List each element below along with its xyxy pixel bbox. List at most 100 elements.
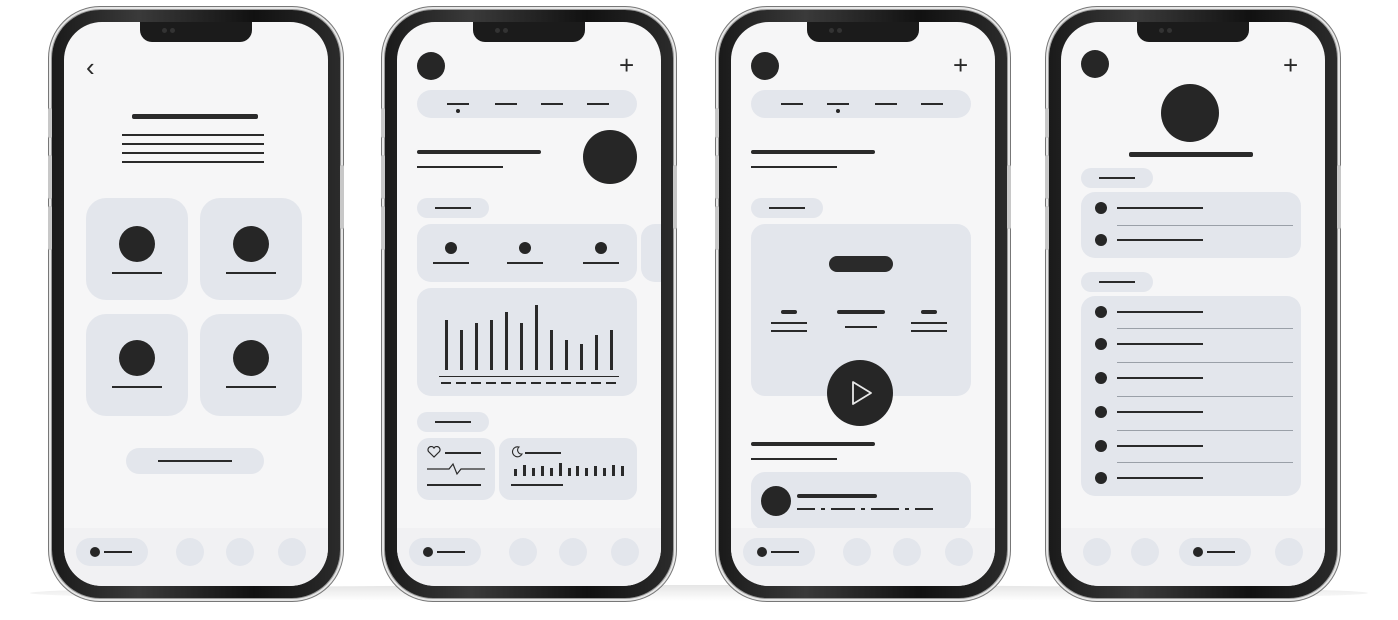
metric-line (911, 322, 947, 324)
sleep-bar (621, 466, 625, 476)
profile-photo[interactable] (583, 130, 637, 184)
activity-tick (591, 382, 601, 384)
moon-icon (512, 446, 523, 458)
screen-menu-grid: ‹ (64, 22, 328, 586)
avatar[interactable] (1081, 50, 1109, 78)
button-label (158, 460, 232, 462)
list-item-label[interactable] (1117, 239, 1203, 241)
tab-profile[interactable] (1179, 538, 1251, 566)
list-item-label[interactable] (1117, 411, 1203, 413)
section-title (751, 442, 875, 446)
tab-2[interactable] (1131, 538, 1159, 566)
activity-bar (610, 330, 613, 370)
stat-value (583, 262, 619, 264)
metric-line (771, 330, 807, 332)
segmented-tabs[interactable] (751, 90, 971, 118)
tab-home[interactable] (743, 538, 815, 566)
power-button (340, 165, 344, 229)
grid-tile[interactable] (86, 198, 188, 300)
list-divider (1117, 225, 1293, 226)
avatar[interactable] (751, 52, 779, 80)
tab-home[interactable] (76, 538, 148, 566)
sleep-card[interactable] (499, 438, 637, 500)
segment[interactable] (781, 103, 803, 105)
list-item-label[interactable] (1117, 477, 1203, 479)
primary-button[interactable] (126, 448, 264, 474)
heart-value (427, 484, 481, 486)
play-button[interactable] (827, 360, 893, 426)
tab-4[interactable] (945, 538, 973, 566)
activity-chart (439, 298, 619, 370)
tab-3[interactable] (893, 538, 921, 566)
activity-tick (471, 382, 481, 384)
grid-tile[interactable] (86, 314, 188, 416)
segment[interactable] (921, 103, 943, 105)
volume-down-button (48, 206, 52, 250)
plus-icon[interactable]: + (619, 52, 634, 78)
segment[interactable] (587, 103, 609, 105)
plus-icon[interactable]: + (953, 52, 968, 78)
tab-home[interactable] (409, 538, 481, 566)
activity-tick (531, 382, 541, 384)
plus-icon[interactable]: + (1283, 52, 1298, 78)
section-label (1081, 168, 1153, 188)
chart-ticks (439, 382, 619, 386)
list-item-label[interactable] (1117, 343, 1203, 345)
back-icon[interactable]: ‹ (86, 54, 95, 80)
tab-2[interactable] (843, 538, 871, 566)
segment[interactable] (875, 103, 897, 105)
activity-tick (456, 382, 466, 384)
tab-2[interactable] (176, 538, 204, 566)
activity-tick (486, 382, 496, 384)
list-item-label[interactable] (1117, 445, 1203, 447)
tab-4[interactable] (1275, 538, 1303, 566)
subtitle-line (122, 134, 264, 136)
section-label (751, 198, 823, 218)
activity-bar (505, 312, 508, 370)
segment[interactable] (495, 103, 517, 105)
list-item-icon (1095, 372, 1107, 384)
profile-photo[interactable] (1161, 84, 1219, 142)
tab-4[interactable] (278, 538, 306, 566)
segmented-tabs[interactable] (417, 90, 637, 118)
activity-chart-card[interactable] (417, 288, 637, 396)
settings-group-1 (1081, 192, 1301, 258)
stats-card[interactable] (417, 224, 637, 282)
list-item-label[interactable] (1117, 377, 1203, 379)
avatar[interactable] (417, 52, 445, 80)
track-card[interactable] (751, 472, 971, 530)
list-item-icon (1095, 306, 1107, 318)
segment-active[interactable] (447, 103, 469, 105)
stats-card-next[interactable] (641, 224, 661, 282)
metric-line (771, 322, 807, 324)
tile-label (112, 272, 162, 274)
sleep-bar (540, 466, 544, 476)
list-item-label[interactable] (1117, 207, 1203, 209)
grid-tile[interactable] (200, 314, 302, 416)
greeting-subtitle (417, 166, 503, 168)
list-item-label[interactable] (1117, 311, 1203, 313)
sleep-bar (576, 466, 580, 476)
grid-tile[interactable] (200, 198, 302, 300)
tab-3[interactable] (226, 538, 254, 566)
tab-3[interactable] (559, 538, 587, 566)
active-indicator (456, 109, 460, 113)
page-title (132, 114, 258, 119)
activity-tick (516, 382, 526, 384)
profile-name (1129, 152, 1253, 157)
metric-line (911, 330, 947, 332)
greeting-title (417, 150, 541, 154)
heart-rate-card[interactable] (417, 438, 495, 500)
track-avatar (761, 486, 791, 516)
activity-bar (460, 330, 463, 370)
tile-label (226, 386, 276, 388)
stat-value (507, 262, 543, 264)
notch (140, 22, 252, 42)
stat-icon (519, 242, 531, 254)
tab-2[interactable] (509, 538, 537, 566)
subtitle-line (122, 161, 264, 163)
segment[interactable] (541, 103, 563, 105)
segment-active[interactable] (827, 103, 849, 105)
tab-1[interactable] (1083, 538, 1111, 566)
tab-4[interactable] (611, 538, 639, 566)
